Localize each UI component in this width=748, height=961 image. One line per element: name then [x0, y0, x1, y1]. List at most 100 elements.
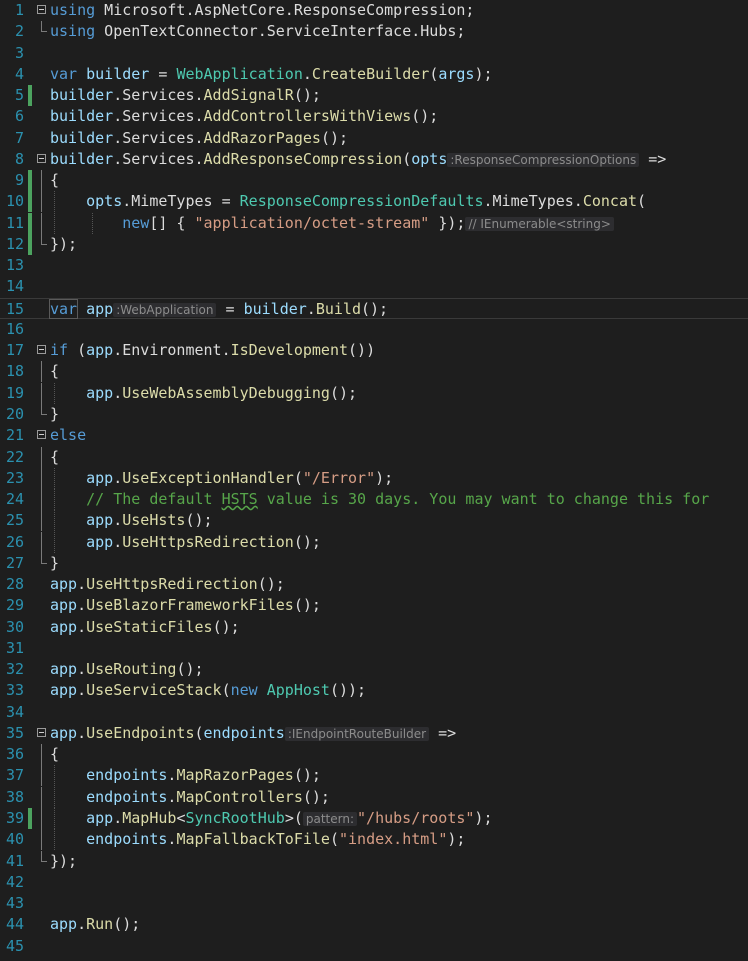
line-number: 33 — [5, 681, 24, 699]
code-text: else — [50, 425, 86, 446]
code-line[interactable]: 32 app.UseRouting(); — [0, 659, 748, 680]
code-text: { — [50, 744, 59, 765]
code-line[interactable]: 40 endpoints.MapFallbackToFile("index.ht… — [0, 829, 748, 850]
code-line[interactable]: 34 — [0, 702, 748, 723]
code-line[interactable]: 5 builder.Services.AddSignalR(); — [0, 85, 748, 106]
code-line[interactable]: 8 builder.Services.AddResponseCompression… — [0, 149, 748, 170]
code-line[interactable]: 1 using Microsoft.AspNetCore.ResponseComp… — [0, 0, 748, 21]
collapse-icon[interactable] — [37, 5, 46, 14]
code-text: }); — [50, 234, 77, 255]
code-text: app.MapHub<SyncRootHub>(pattern: "/hubs/r… — [50, 808, 492, 830]
code-token: app — [86, 809, 114, 827]
code-line[interactable]: 39 app.MapHub<SyncRootHub>(pattern: "/hub… — [0, 808, 748, 829]
line-number: 6 — [14, 107, 24, 125]
code-line[interactable]: 12}); — [0, 234, 748, 255]
code-token: . — [113, 384, 123, 402]
code-line[interactable]: 11 new[] { "application/octet-stream" })… — [0, 213, 748, 234]
code-line[interactable]: 45 — [0, 936, 748, 957]
change-marker — [28, 234, 32, 255]
code-token: (); — [411, 107, 439, 125]
line-number: 20 — [5, 405, 24, 423]
code-line[interactable]: 30 app.UseStaticFiles(); — [0, 617, 748, 638]
code-editor[interactable]: 1 using Microsoft.AspNetCore.ResponseComp… — [0, 0, 748, 961]
code-line[interactable]: 22 { — [0, 447, 748, 468]
code-line[interactable]: 43 — [0, 893, 748, 914]
code-line[interactable]: 16 — [0, 319, 748, 340]
code-text: { — [50, 170, 59, 191]
code-line[interactable]: 27} — [0, 553, 748, 574]
code-line[interactable]: 38 endpoints.MapControllers(); — [0, 787, 748, 808]
code-line[interactable]: 37 endpoints.MapRazorPages(); — [0, 765, 748, 786]
code-line[interactable]: 28 app.UseHttpsRedirection(); — [0, 574, 748, 595]
fold-guide — [41, 213, 42, 234]
change-marker — [28, 85, 32, 106]
fold-guide — [41, 744, 42, 765]
code-line[interactable]: 15 var app:WebApplication = builder.Build… — [0, 298, 748, 319]
code-line[interactable]: 3 — [0, 43, 748, 64]
code-token: (); — [257, 575, 285, 593]
code-token: UseHttpsRedirection — [86, 575, 258, 593]
code-line[interactable]: 7 builder.Services.AddRazorPages(); — [0, 128, 748, 149]
code-line[interactable]: 10 opts.MimeTypes = ResponseCompressionD… — [0, 191, 748, 212]
code-line[interactable]: 42 — [0, 872, 748, 893]
code-line[interactable]: 35 app.UseEndpoints(endpoints:IEndpointRo… — [0, 723, 748, 744]
code-token: = — [149, 65, 177, 83]
code-line[interactable]: 19 app.UseWebAssemblyDebugging(); — [0, 383, 748, 404]
code-token: (); — [360, 300, 389, 318]
code-token: UseStaticFiles — [86, 618, 213, 636]
code-token: opts — [411, 150, 448, 168]
code-token: (); — [293, 86, 321, 104]
code-text: endpoints.MapRazorPages(); — [50, 765, 321, 786]
code-token: . — [77, 724, 87, 742]
code-token: } — [50, 554, 60, 572]
code-line[interactable]: 13 — [0, 255, 748, 276]
code-token: ( — [329, 830, 339, 848]
code-line[interactable]: 2 using OpenTextConnector.ServiceInterfac… — [0, 21, 748, 42]
code-line[interactable]: 24 // The default HSTS value is 30 days.… — [0, 489, 748, 510]
line-number: 13 — [5, 256, 24, 274]
fold-guide — [41, 191, 42, 212]
line-number: 41 — [5, 852, 24, 870]
code-line[interactable]: 4 var builder = WebApplication.CreateBuil… — [0, 64, 748, 85]
collapse-icon[interactable] — [37, 430, 46, 439]
code-line[interactable]: 23 app.UseExceptionHandler("/Error"); — [0, 468, 748, 489]
code-token: app — [86, 341, 114, 359]
code-token: app — [86, 533, 114, 551]
code-token: WebApplication — [176, 65, 303, 83]
code-token: . — [77, 915, 87, 933]
collapse-icon[interactable] — [37, 728, 46, 737]
code-line[interactable]: 14 — [0, 276, 748, 297]
code-line[interactable]: 44 app.Run(); — [0, 914, 748, 935]
code-line[interactable]: 26 app.UseHttpsRedirection(); — [0, 532, 748, 553]
code-line[interactable]: 18 { — [0, 361, 748, 382]
collapse-icon[interactable] — [37, 345, 46, 354]
fold-guide — [41, 829, 42, 850]
code-line[interactable]: 6 builder.Services.AddControllersWithView… — [0, 106, 748, 127]
code-line[interactable]: 31 — [0, 638, 748, 659]
code-line[interactable]: 33 app.UseServiceStack(new AppHost()); — [0, 680, 748, 701]
code-line[interactable]: 29 app.UseBlazorFrameworkFiles(); — [0, 595, 748, 616]
code-token: . — [306, 300, 316, 318]
code-line[interactable]: 20} — [0, 404, 748, 425]
line-number: 42 — [5, 873, 24, 891]
code-line[interactable]: 21 else — [0, 425, 748, 446]
code-line[interactable]: 36 { — [0, 744, 748, 765]
code-line[interactable]: 9{ — [0, 170, 748, 191]
code-line[interactable]: 17 if (app.Environment.IsDevelopment()) — [0, 340, 748, 361]
fold-guide — [41, 361, 42, 382]
code-token: UseHttpsRedirection — [122, 533, 294, 551]
code-text: if (app.Environment.IsDevelopment()) — [50, 340, 375, 361]
collapse-icon[interactable] — [37, 154, 46, 163]
code-token: "/hubs/roots" — [357, 809, 475, 827]
code-text: app.UseStaticFiles(); — [50, 617, 240, 638]
code-line[interactable]: 41}); — [0, 851, 748, 872]
line-number: 10 — [5, 192, 24, 210]
code-token: { — [50, 171, 60, 189]
code-line[interactable]: 25 app.UseHsts(); — [0, 510, 748, 531]
line-number: 23 — [5, 469, 24, 487]
code-token: builder — [86, 65, 150, 83]
code-token: app — [86, 384, 114, 402]
code-token: "application/octet-stream" — [194, 214, 430, 232]
